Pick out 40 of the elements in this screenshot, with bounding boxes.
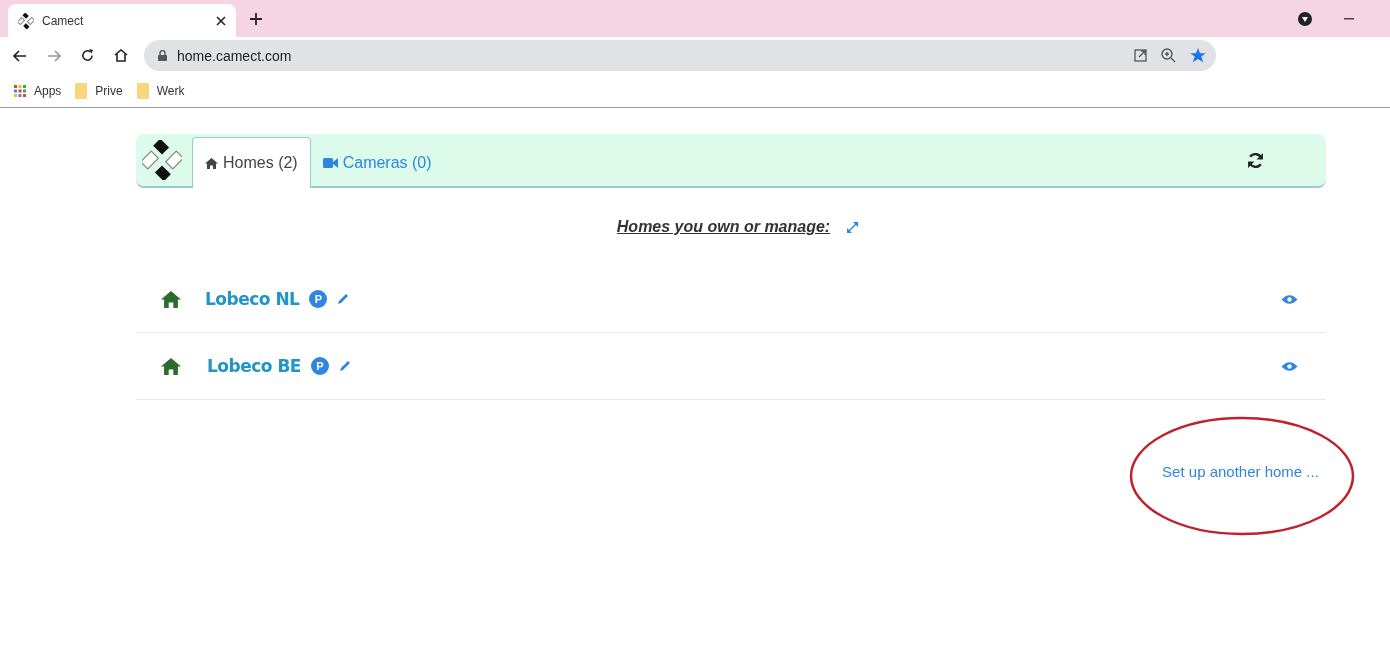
new-tab-icon[interactable] [250, 12, 262, 25]
expand-icon[interactable] [846, 220, 860, 234]
url-text: home.camect.com [177, 47, 292, 64]
logo-icon [142, 140, 182, 180]
home-icon [161, 290, 181, 308]
home-icon [161, 357, 181, 375]
parking-badge: P [310, 357, 329, 375]
eye-icon[interactable] [1281, 293, 1298, 305]
star-icon[interactable] [1190, 48, 1206, 63]
section-heading: Homes you own or manage: [616, 218, 831, 236]
refresh-icon[interactable] [1247, 151, 1264, 169]
video-camera-icon [322, 158, 338, 168]
tab[interactable]: Cameras (0) [310, 138, 444, 188]
account-icon[interactable] [1298, 11, 1312, 26]
bookmark[interactable]: Apps [14, 83, 62, 98]
open-external-icon[interactable] [1134, 49, 1147, 62]
forward-icon[interactable] [47, 49, 61, 62]
address-bar[interactable]: home.camect.com [144, 40, 1216, 71]
home-icon[interactable] [114, 49, 128, 62]
lock-icon [158, 50, 167, 61]
folder-icon [75, 82, 88, 99]
browser-tab[interactable]: Camect [8, 4, 236, 37]
zoom-icon[interactable] [1161, 48, 1176, 63]
close-icon[interactable] [216, 15, 226, 26]
back-icon[interactable] [13, 49, 27, 62]
home-icon [205, 157, 218, 169]
setup-home-link[interactable]: Set up another home ... [1162, 462, 1319, 480]
minimize-icon[interactable] [1344, 17, 1354, 20]
pencil-icon[interactable] [337, 293, 350, 305]
bookmark[interactable]: Prive [75, 82, 123, 99]
apps-grid-icon [14, 84, 26, 97]
logo-icon [18, 12, 34, 29]
parking-badge: P [309, 290, 328, 308]
pencil-icon[interactable] [338, 360, 351, 372]
tab-title: Camect [42, 13, 85, 28]
folder-icon [136, 82, 149, 99]
bookmark[interactable]: Werk [136, 82, 185, 99]
eye-icon[interactable] [1281, 360, 1298, 372]
reload-icon[interactable] [81, 49, 94, 62]
tab[interactable]: Homes (2) [192, 137, 311, 188]
